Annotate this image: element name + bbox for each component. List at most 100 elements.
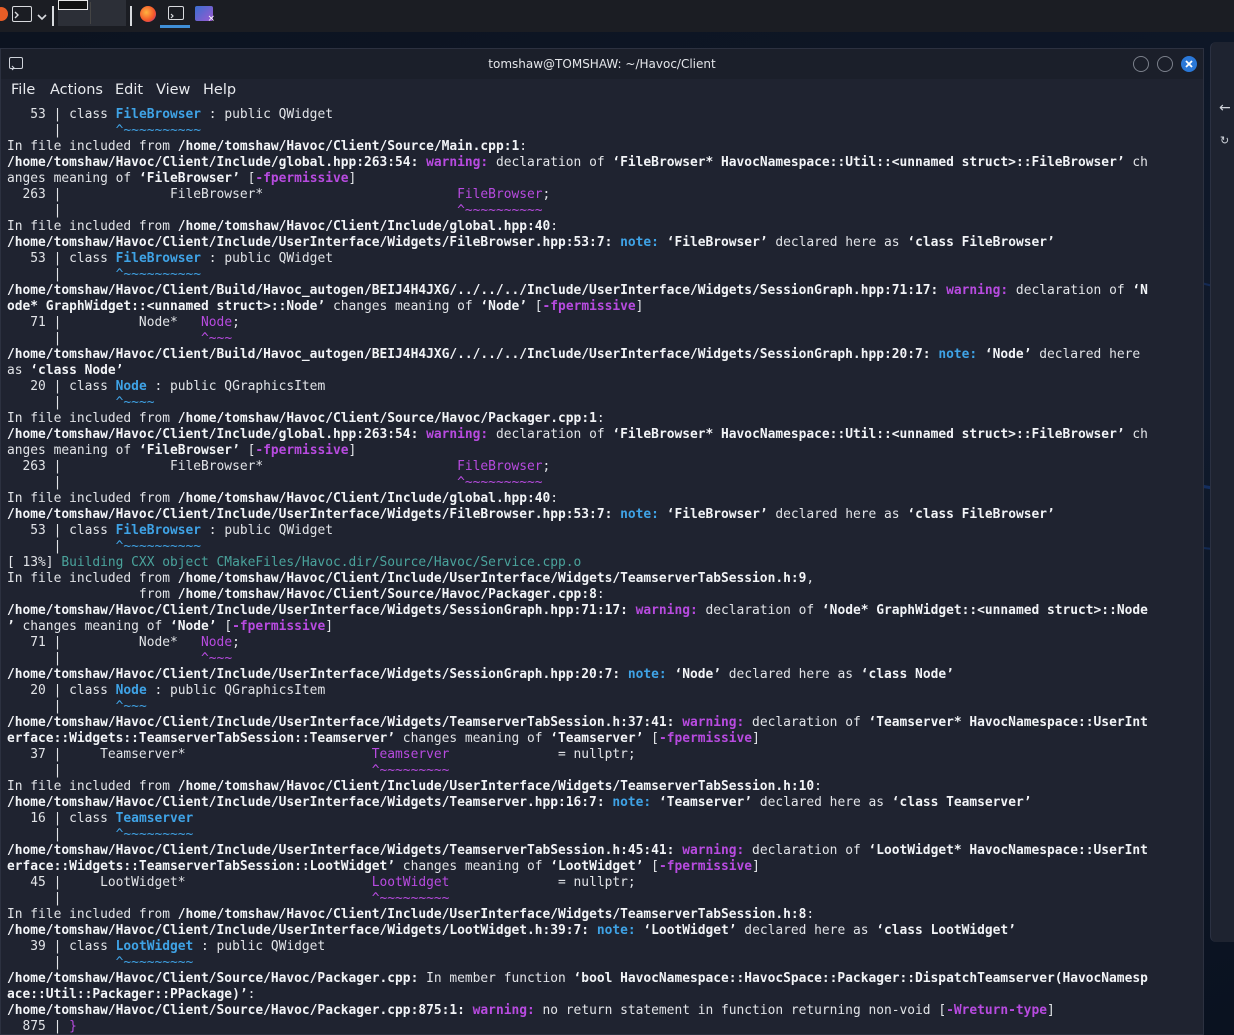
text-segment: ace::Util::Packager::PPackage)’ xyxy=(7,987,248,1002)
text-segment: In file included from xyxy=(7,779,178,794)
text-segment: ^~~~~~~~~~~ xyxy=(115,539,202,554)
terminal-line: 20 | class Node : public QGraphicsItem xyxy=(7,683,1197,699)
text-segment: ‘Node’ xyxy=(480,299,527,314)
screen-icon[interactable]: × xyxy=(195,6,215,24)
text-segment: no return statement in function returnin… xyxy=(534,1003,947,1018)
text-segment: : public QWidget xyxy=(201,523,333,538)
text-segment: ‘class Node’ xyxy=(30,363,124,378)
text-segment: ] xyxy=(348,171,357,186)
terminal-line: | ^~~~~~~~~~~ xyxy=(7,203,1197,219)
text-segment xyxy=(659,507,667,522)
terminal-line: ode* GraphWidget::<unnamed struct>::Node… xyxy=(7,299,1197,315)
text-segment: | xyxy=(7,395,116,410)
text-segment: /home/tomshaw/Havoc/Client/Include/globa… xyxy=(7,427,419,442)
chevron-down-icon[interactable] xyxy=(36,8,48,21)
text-segment: note: xyxy=(620,507,659,522)
terminal-line: /home/tomshaw/Havoc/Client/Build/Havoc_a… xyxy=(7,283,1197,299)
text-segment: : xyxy=(806,907,815,922)
text-segment: | xyxy=(7,331,202,346)
text-segment: ‘LootWidget* HavocNamespace::UserInt xyxy=(868,843,1148,858)
separator xyxy=(52,6,54,26)
terminal-line: /home/tomshaw/Havoc/Client/Include/UserI… xyxy=(7,507,1197,523)
text-segment: = nullptr; xyxy=(449,875,636,890)
close-icon xyxy=(1185,60,1193,68)
text-segment: | xyxy=(7,651,202,666)
text-segment: Building CXX object CMakeFiles/Havoc.dir… xyxy=(61,555,582,570)
text-segment: /home/tomshaw/Havoc/Client/Include/UserI… xyxy=(7,667,621,682)
text-segment: 53 | class xyxy=(7,523,116,538)
text-segment: ] xyxy=(635,299,644,314)
terminal-line: | ^~~~~~~~~~~ xyxy=(7,123,1197,139)
text-segment xyxy=(612,235,620,250)
close-button[interactable] xyxy=(1181,56,1197,72)
text-segment: ‘Node’ xyxy=(984,347,1032,362)
text-segment: /home/tomshaw/Havoc/Client/Build/Havoc_a… xyxy=(7,347,931,362)
text-segment: | xyxy=(7,699,116,714)
text-segment: declared here as xyxy=(767,235,908,250)
text-segment: [ xyxy=(527,299,543,314)
text-segment: warning: xyxy=(682,843,745,858)
text-segment: = nullptr; xyxy=(449,747,636,762)
text-segment: | xyxy=(7,203,458,218)
text-segment xyxy=(589,923,597,938)
text-segment: : public QWidget xyxy=(193,939,326,954)
text-segment: ^~~~~~~~~~~ xyxy=(457,475,543,490)
text-segment: /home/tomshaw/Havoc/Client/Include/UserI… xyxy=(7,795,605,810)
text-segment: 263 | FileBrowser* xyxy=(7,187,458,202)
terminal-icon[interactable] xyxy=(168,6,184,20)
menu-help[interactable]: Help xyxy=(203,82,236,98)
terminal-line: /home/tomshaw/Havoc/Client/Source/Havoc/… xyxy=(7,1003,1197,1019)
menu-file[interactable]: File xyxy=(11,82,35,98)
terminal-window[interactable]: tomshaw@TOMSHAW: ~/Havoc/Client File Act… xyxy=(0,48,1204,1035)
menu-view[interactable]: View xyxy=(156,82,190,98)
terminal-icon[interactable] xyxy=(12,6,32,22)
text-segment: /home/tomshaw/Havoc/Client/Include/UserI… xyxy=(7,507,613,522)
window-titlebar[interactable]: tomshaw@TOMSHAW: ~/Havoc/Client xyxy=(1,49,1203,79)
menu-actions[interactable]: Actions xyxy=(50,82,103,98)
text-segment: | xyxy=(7,475,458,490)
firefox-icon[interactable] xyxy=(140,6,156,22)
terminal-line: /home/tomshaw/Havoc/Client/Include/globa… xyxy=(7,155,1197,171)
terminal-line: | ^~~~ xyxy=(7,651,1197,667)
text-segment: [ xyxy=(239,171,256,186)
refresh-icon[interactable]: ↻ xyxy=(1220,134,1229,147)
text-segment xyxy=(977,347,985,362)
text-segment: /home/tomshaw/Havoc/Client/Include/globa… xyxy=(7,155,419,170)
terminal-line: /home/tomshaw/Havoc/Client/Include/UserI… xyxy=(7,795,1197,811)
text-segment: ‘Node* GraphWidget::<unnamed struct>::No… xyxy=(821,603,1148,618)
text-segment: : public QGraphicsItem xyxy=(146,683,326,698)
separator xyxy=(130,6,132,26)
text-segment xyxy=(418,155,426,170)
text-segment: 16 | class xyxy=(7,811,116,826)
text-segment: ‘Node’ xyxy=(674,667,722,682)
app-menu-icon[interactable] xyxy=(0,7,8,21)
text-segment: : public QWidget xyxy=(201,251,333,266)
back-arrow-icon[interactable]: ← xyxy=(1219,100,1231,116)
terminal-line: /home/tomshaw/Havoc/Client/Include/UserI… xyxy=(7,235,1197,251)
text-segment: | xyxy=(7,827,116,842)
text-segment: ^~~~ xyxy=(201,651,233,666)
window-title: tomshaw@TOMSHAW: ~/Havoc/Client xyxy=(488,57,716,71)
text-segment: declared here as xyxy=(721,667,861,682)
text-segment: -fpermissive xyxy=(255,443,349,458)
text-segment: anges meaning of xyxy=(7,171,139,186)
text-segment: ch xyxy=(1124,427,1148,442)
menu-edit[interactable]: Edit xyxy=(115,82,143,98)
workspace-1[interactable] xyxy=(58,0,88,10)
text-segment: : public QWidget xyxy=(201,107,333,122)
text-segment: ‘Node’ xyxy=(169,619,217,634)
text-segment: -Wreturn-type xyxy=(946,1003,1047,1018)
terminal-output[interactable]: 53 | class FileBrowser : public QWidget … xyxy=(7,107,1197,1034)
text-segment: : public QGraphicsItem xyxy=(146,379,326,394)
terminal-line: /home/tomshaw/Havoc/Client/Include/UserI… xyxy=(7,667,1197,683)
text-segment: declared here xyxy=(1031,347,1141,362)
workspace-switcher-icon[interactable] xyxy=(58,0,126,26)
terminal-line: | ^~~~~~~~~~~ xyxy=(7,539,1197,555)
minimize-button[interactable] xyxy=(1133,56,1149,72)
text-segment: ‘FileBrowser* HavocNamespace::Util::<unn… xyxy=(612,427,1125,442)
maximize-button[interactable] xyxy=(1157,56,1173,72)
text-segment: changes meaning of xyxy=(395,731,551,746)
text-segment: -fpermissive xyxy=(232,619,326,634)
terminal-line: 263 | FileBrowser* FileBrowser; xyxy=(7,187,1197,203)
background-window[interactable]: ← ↻ xyxy=(1210,42,1234,942)
